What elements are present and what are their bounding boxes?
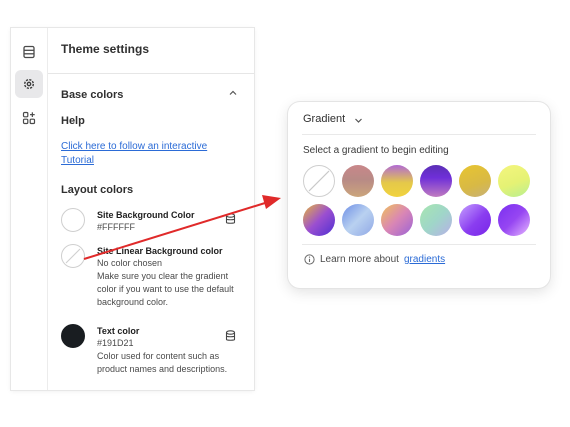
- gradient-swatch-gold[interactable]: [459, 165, 491, 197]
- no-gradient-icon: [308, 170, 330, 192]
- gradient-swatch-violet[interactable]: [420, 165, 452, 197]
- gradient-swatch-purple-gold[interactable]: [381, 165, 413, 197]
- learn-more-text: Learn more about: [320, 254, 399, 265]
- gradient-swatch-peach[interactable]: [381, 204, 413, 236]
- gradient-swatch-purple[interactable]: [459, 204, 491, 236]
- gradient-swatch-mint[interactable]: [420, 204, 452, 236]
- gradient-swatch-sky[interactable]: [342, 204, 374, 236]
- chevron-down-icon[interactable]: [354, 116, 363, 125]
- info-icon: [304, 254, 315, 265]
- gradient-swatch-orchid[interactable]: [498, 204, 530, 236]
- gradient-dropdown[interactable]: Gradient: [303, 113, 345, 125]
- gradients-link[interactable]: gradients: [404, 254, 445, 265]
- gradient-instructions: Select a gradient to begin editing: [303, 145, 449, 156]
- divider: [302, 244, 536, 245]
- divider: [302, 134, 536, 135]
- gradient-swatch-none[interactable]: [303, 165, 335, 197]
- gradient-popover: Gradient Select a gradient to begin edit…: [288, 102, 550, 288]
- gradient-swatch-sunset[interactable]: [303, 204, 335, 236]
- gradient-swatch-lime[interactable]: [498, 165, 530, 197]
- learn-more: Learn more about gradients: [304, 254, 445, 265]
- gradient-swatch-rose[interactable]: [342, 165, 374, 197]
